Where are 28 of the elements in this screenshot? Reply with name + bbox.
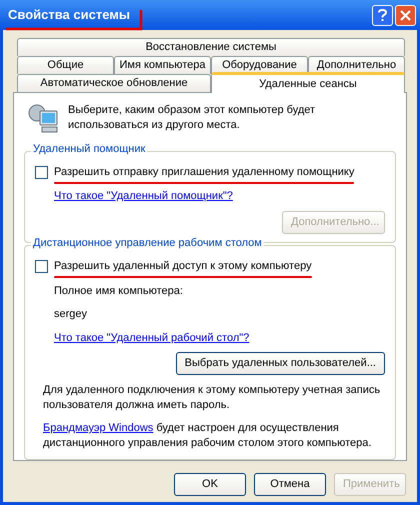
tab[interactable]: Автоматическое обновление [17,74,211,92]
field-label: Полное имя компьютера: [54,284,184,298]
tab[interactable]: Общие [17,56,114,74]
tab[interactable]: Удаленные сеансы [211,72,405,93]
firewall-text: Брандмауэр Windows будет настроен для осуществления дистанционного управления рабочим столом этого компьютера. [42,421,372,451]
intro-text: Выберите, каким образом этот компьютер будет использоваться из другого места. [68,103,316,133]
group-legend: Дистанционное управление рабочим столом [31,238,264,249]
tab[interactable]: Имя компьютера [114,56,211,74]
group-legend: Удаленный помощник [31,144,148,155]
close-icon [400,10,411,20]
computer-name: sergey [54,307,88,322]
help-icon [378,8,387,22]
firewall-link[interactable]: Брандмауэр Windows [43,422,154,434]
help-button[interactable] [372,4,393,26]
checkbox-label[interactable]: Разрешить удаленный доступ к этому компьютеру [54,258,312,274]
dialog-button[interactable]: Выбрать удаленных пользователей... [176,352,385,375]
help-link[interactable]: Что такое "Удаленный рабочий стол"? [54,330,250,346]
computer-icon [28,103,60,135]
window-title: Свойства системы [7,7,130,22]
dialog-button[interactable]: Отмена [254,473,326,496]
checkbox[interactable] [35,166,48,179]
help-link[interactable]: Что такое "Удаленный помощник"? [54,190,233,202]
checkbox-label[interactable]: Разрешить отправку приглашения удаленному помощнику [54,164,354,180]
dialog-button[interactable]: OK [174,473,246,496]
note-text: Для удаленного подключения к этому компьютеру учетная запись пользователя должна иметь пароль. [42,383,382,413]
checkbox[interactable] [35,260,48,273]
close-button[interactable] [395,4,416,26]
tab[interactable]: Восстановление системы [17,38,405,56]
